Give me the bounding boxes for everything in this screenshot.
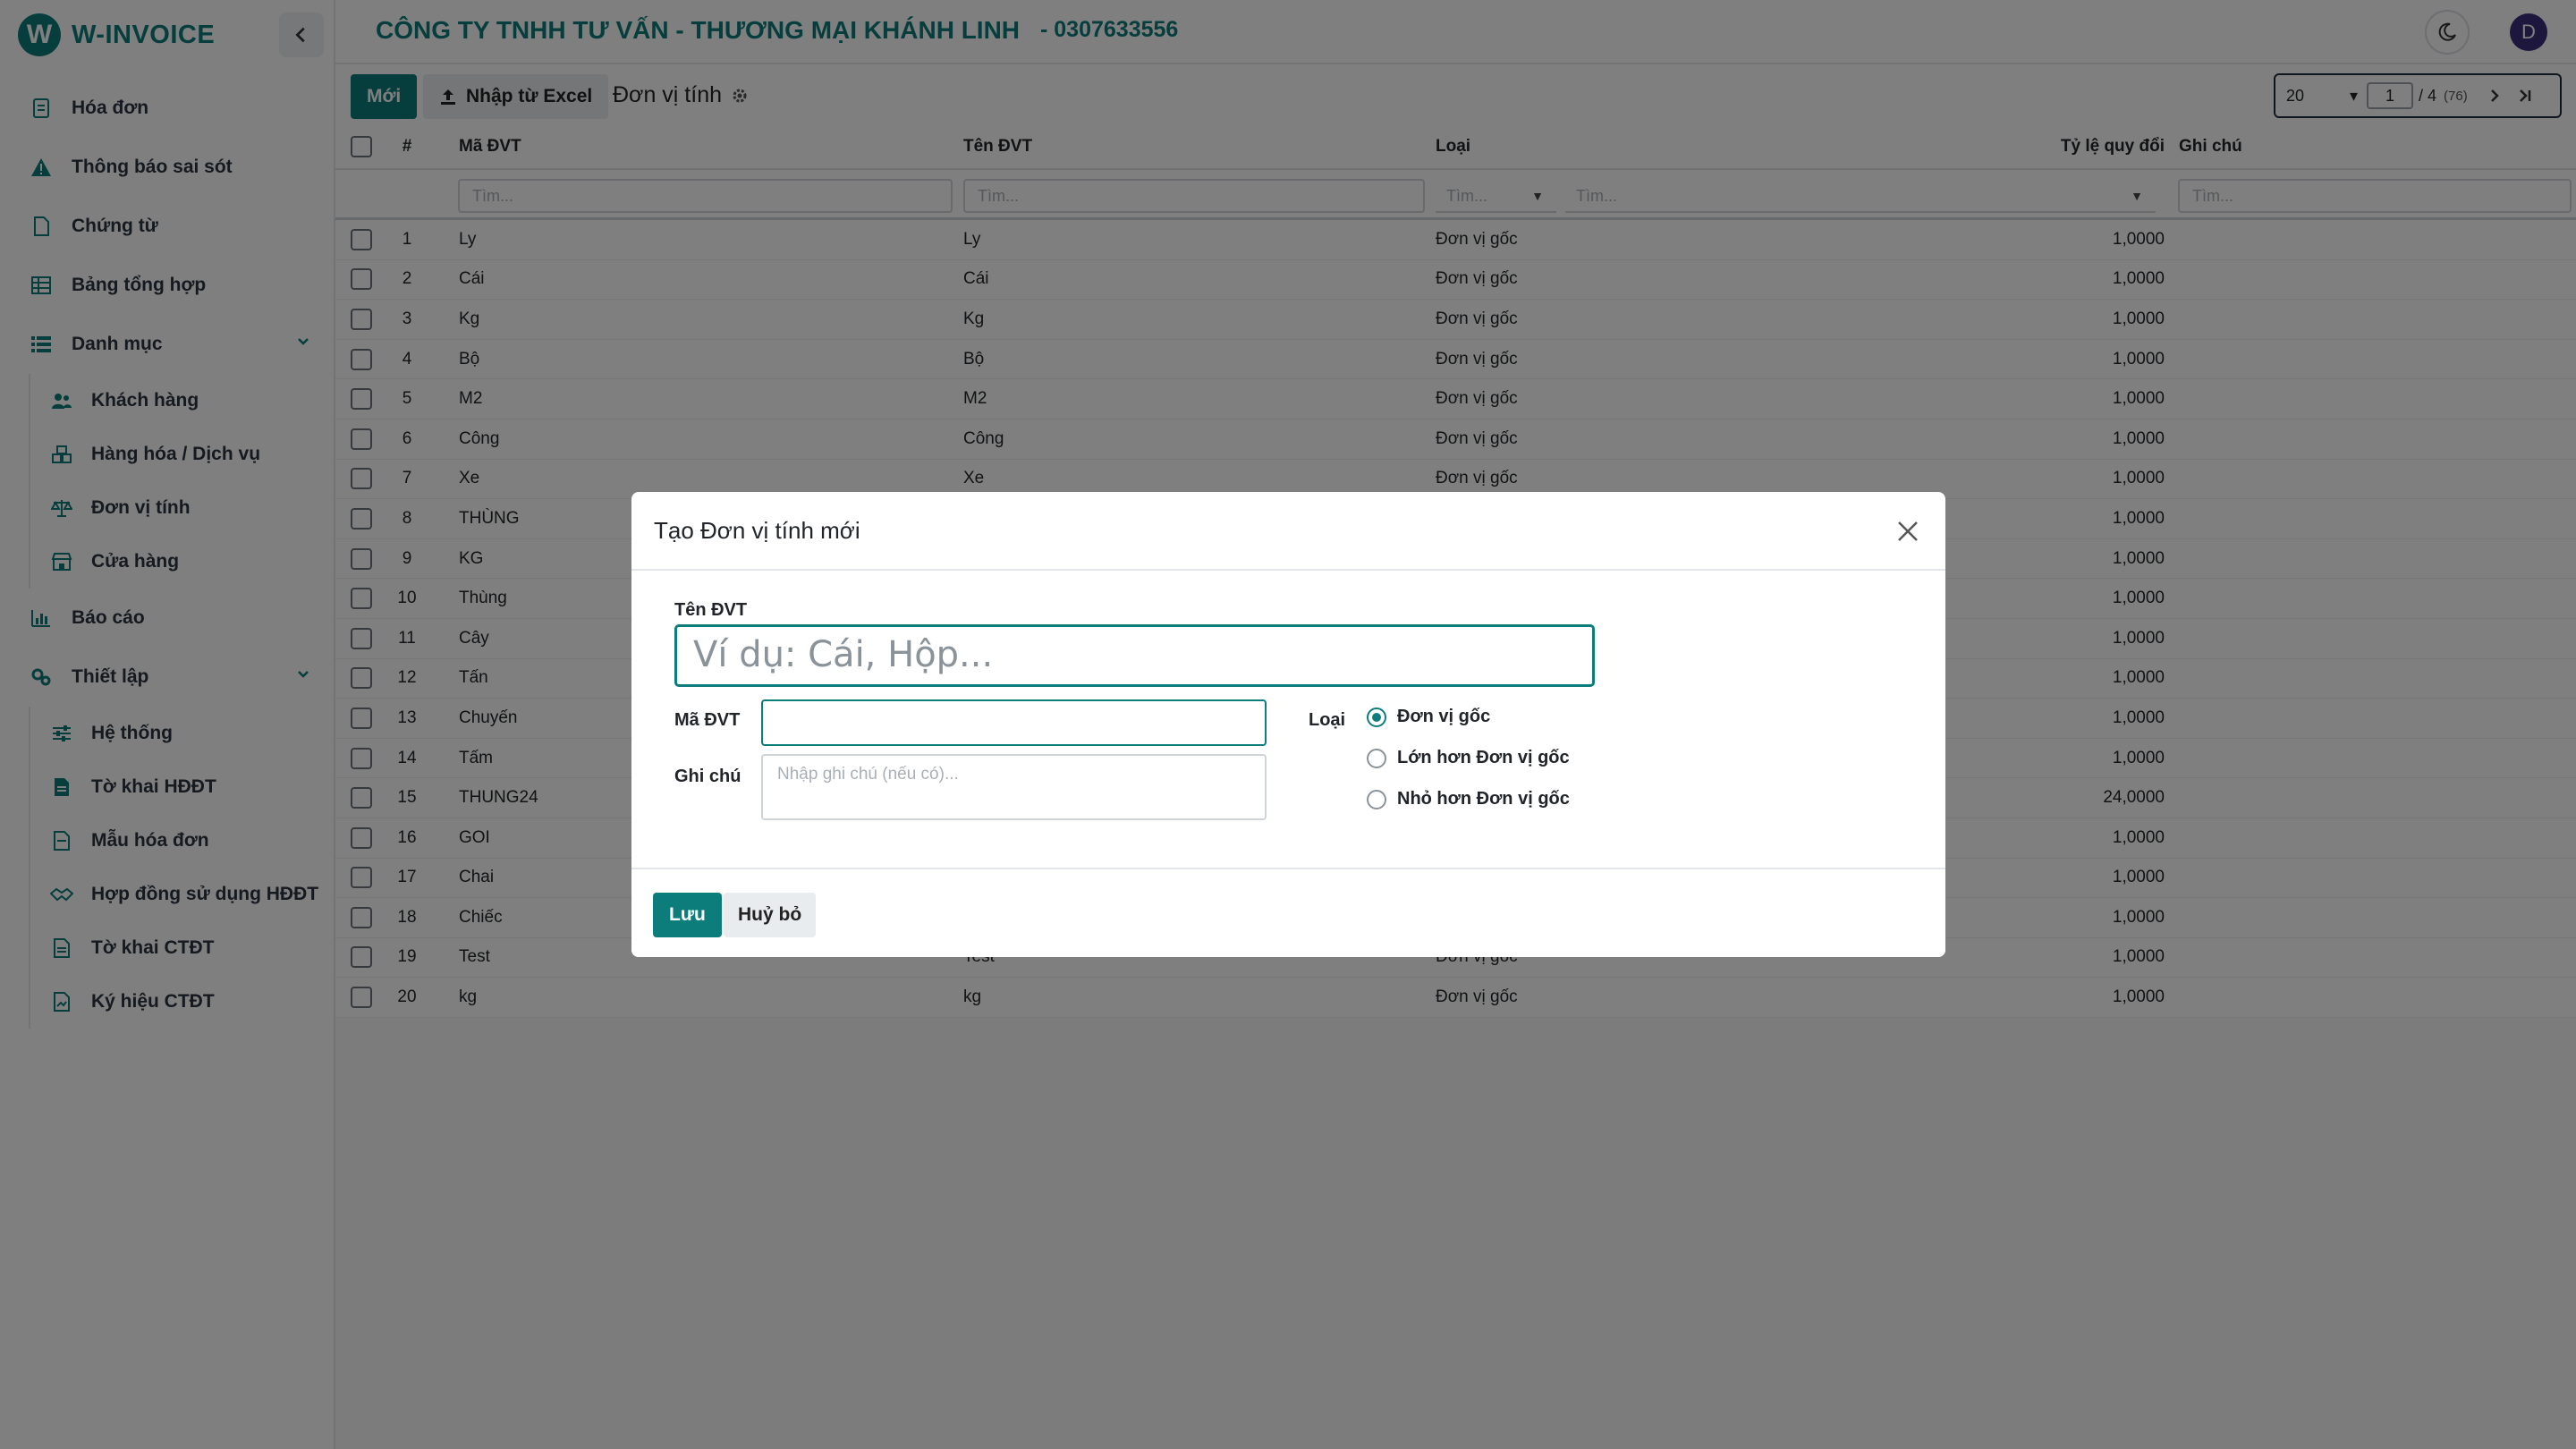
modal-footer: Lưu Huỷ bỏ xyxy=(631,868,1945,957)
modal-body: Tên ĐVT Ví dụ: Cái, Hộp... Mã ĐVT Ghi ch… xyxy=(631,571,1945,877)
radio-label: Đơn vị gốc xyxy=(1397,707,1491,726)
cancel-button[interactable]: Huỷ bỏ xyxy=(724,893,817,937)
note-label: Ghi chú xyxy=(674,767,741,786)
close-button[interactable] xyxy=(1890,513,1926,549)
radio-checked-icon xyxy=(1367,707,1386,727)
unit-code-input[interactable] xyxy=(761,699,1267,746)
radio-label: Nhỏ hơn Đơn vị gốc xyxy=(1397,789,1570,809)
name-label: Tên ĐVT xyxy=(674,600,748,620)
create-unit-modal: Tạo Đơn vị tính mới Tên ĐVT Ví dụ: Cái, … xyxy=(631,492,1945,957)
radio-label: Lớn hơn Đơn vị gốc xyxy=(1397,748,1570,767)
radio-unchecked-icon xyxy=(1367,789,1386,809)
radio-unchecked-icon xyxy=(1367,748,1386,768)
type-radio-smaller[interactable]: Nhỏ hơn Đơn vị gốc xyxy=(1367,789,1570,809)
code-label: Mã ĐVT xyxy=(674,710,741,730)
type-radio-larger[interactable]: Lớn hơn Đơn vị gốc xyxy=(1367,748,1570,768)
save-button[interactable]: Lưu xyxy=(653,893,722,937)
type-radio-base[interactable]: Đơn vị gốc xyxy=(1367,707,1490,727)
modal-header: Tạo Đơn vị tính mới xyxy=(631,492,1945,571)
type-label: Loại xyxy=(1309,710,1346,730)
close-icon xyxy=(1898,521,1918,541)
modal-title: Tạo Đơn vị tính mới xyxy=(654,517,860,544)
unit-name-input[interactable]: Ví dụ: Cái, Hộp... xyxy=(674,624,1595,687)
note-textarea[interactable]: Nhập ghi chú (nếu có)... xyxy=(761,754,1267,820)
